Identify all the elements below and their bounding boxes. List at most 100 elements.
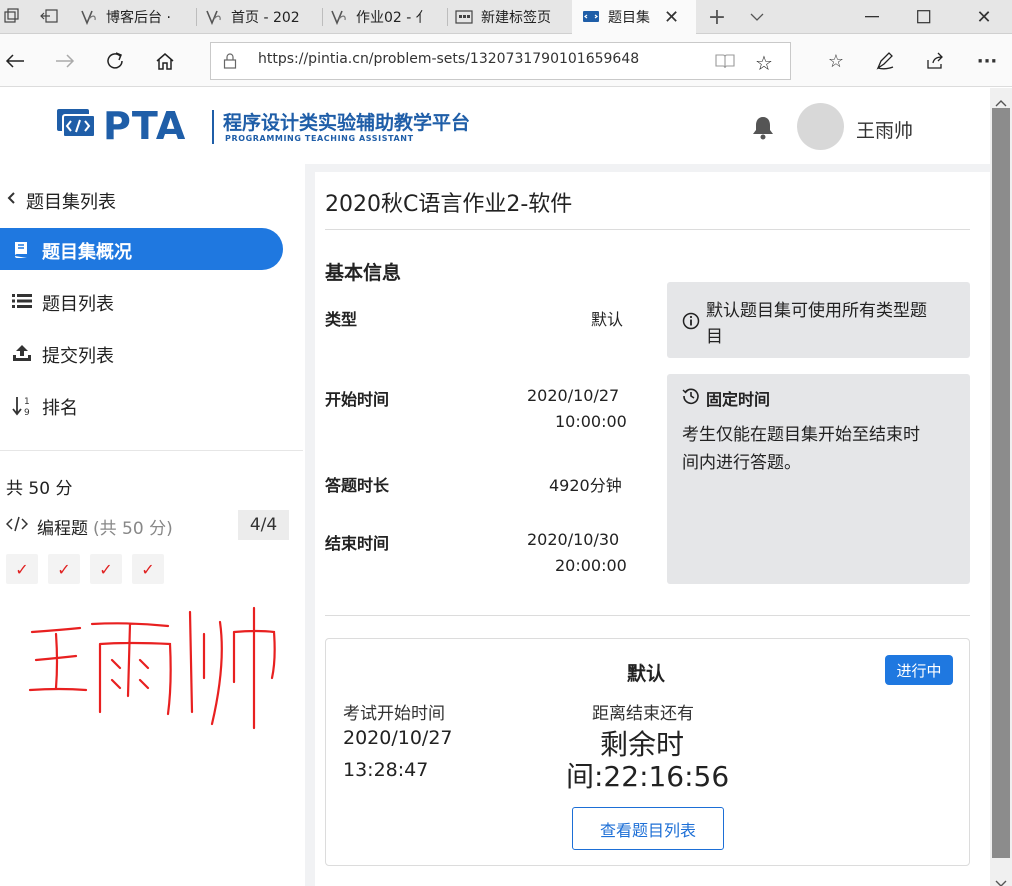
info-value-end-date: 2020/10/30 <box>527 530 620 549</box>
info-value-start-date: 2020/10/27 <box>527 386 620 405</box>
status-badge: 进行中 <box>885 655 953 685</box>
favorites-list-icon[interactable]: ☆ <box>823 48 849 74</box>
sidebar-item-overview[interactable]: 题目集概况 <box>0 228 283 270</box>
info-circle-icon <box>682 312 700 334</box>
type-info-line1: 默认题目集可使用所有类型题 <box>706 301 927 321</box>
category-programming[interactable]: 编程题 (共 50 分) 4/4 <box>0 508 292 542</box>
back-arrow-icon[interactable] <box>2 48 28 74</box>
sidebar-item-submissions[interactable]: 提交列表 <box>0 334 283 374</box>
type-info-line2: 目 <box>706 327 723 347</box>
page-scrollbar[interactable] <box>990 88 1012 886</box>
view-problem-list-button[interactable]: 查看题目列表 <box>572 807 724 850</box>
back-label: 题目集列表 <box>26 192 116 213</box>
remaining-line2: 间:22:16:56 <box>566 760 730 793</box>
tab-new-tab[interactable]: 新建标签页 <box>455 0 565 34</box>
exam-status-card: 默认 进行中 考试开始时间 2020/10/27 13:28:47 距离结束还有… <box>325 638 970 866</box>
code-icon <box>5 516 29 536</box>
address-toolbar: https://pintia.cn/problem-sets/132073179… <box>0 34 1012 87</box>
category-score: (共 50 分) <box>93 519 173 539</box>
list-icon <box>12 293 32 313</box>
section-title: 基本信息 <box>325 262 402 284</box>
tab-homework[interactable]: 作业02 - 亻 <box>330 0 440 34</box>
type-info-box: 默认题目集可使用所有类型题 目 <box>667 282 970 358</box>
lock-icon[interactable] <box>223 53 237 73</box>
total-score: 共 50 分 <box>6 479 73 499</box>
url-input[interactable]: https://pintia.cn/problem-sets/132073179… <box>210 42 791 80</box>
refresh-icon[interactable] <box>102 48 128 74</box>
tab-home[interactable]: 首页 - 202 <box>205 0 315 34</box>
more-menu-icon[interactable]: ··· <box>974 48 1000 74</box>
logo-text: PTA <box>103 104 187 148</box>
page-viewport: PTA 程序设计类实验辅助教学平台 PROGRAMMING TEACHING A… <box>0 88 990 886</box>
window-close-icon[interactable]: ✕ <box>972 5 996 29</box>
notification-bell-icon[interactable] <box>750 114 776 144</box>
sidebar-item-ranking[interactable]: 19 排名 <box>0 386 283 426</box>
category-label: 编程题 <box>37 519 88 539</box>
info-value-start-time: 10:00:00 <box>555 412 627 431</box>
sidebar-divider <box>0 450 303 451</box>
tab-label: 题目集 <box>608 10 650 26</box>
chevron-left-icon <box>6 190 16 209</box>
minimize-icon[interactable] <box>860 5 884 29</box>
tab-list-chevron-icon[interactable] <box>745 5 769 29</box>
title-divider <box>325 229 970 230</box>
upload-icon <box>12 344 32 366</box>
fixed-time-line2: 间内进行答题。 <box>682 453 801 473</box>
sort-numeric-icon: 19 <box>12 395 34 421</box>
scroll-down-arrow-icon[interactable] <box>995 873 1007 886</box>
username[interactable]: 王雨帅 <box>856 116 913 143</box>
scroll-thumb[interactable] <box>992 108 1010 858</box>
problem-check-3[interactable]: ✓ <box>90 554 122 584</box>
tab-back-icon[interactable] <box>38 6 60 26</box>
problem-check-2[interactable]: ✓ <box>48 554 80 584</box>
category-count-badge: 4/4 <box>238 510 289 540</box>
problem-check-1[interactable]: ✓ <box>6 554 38 584</box>
info-label-type: 类型 <box>325 310 358 329</box>
info-label-duration: 答题时长 <box>325 476 390 495</box>
info-value-type: 默认 <box>591 310 624 329</box>
close-tab-icon[interactable]: ✕ <box>664 7 679 28</box>
forward-arrow-icon[interactable] <box>52 48 78 74</box>
favorite-star-icon[interactable]: ☆ <box>755 51 773 75</box>
pta-logo[interactable]: PTA 程序设计类实验辅助教学平台 PROGRAMMING TEACHING A… <box>55 104 495 148</box>
new-tab-plus-icon[interactable]: + <box>705 5 729 30</box>
tab-blog-admin[interactable]: 博客后台 · <box>80 0 190 34</box>
pta-favicon-icon <box>582 8 600 26</box>
exam-start-time: 13:28:47 <box>343 759 429 781</box>
svg-text:9: 9 <box>24 408 30 417</box>
exam-start-date: 2020/10/27 <box>343 727 453 749</box>
site-favicon-icon <box>80 8 98 26</box>
pen-notes-icon[interactable] <box>872 48 898 74</box>
tab-problem-set[interactable]: 题目集 ✕ <box>572 0 696 34</box>
fixed-time-line1: 考生仅能在题目集开始至结束时 <box>682 425 920 445</box>
sidebar-item-label: 题目集概况 <box>42 242 132 263</box>
sidebar-item-label: 题目列表 <box>42 294 114 315</box>
fixed-time-info-box: 固定时间 考生仅能在题目集开始至结束时 间内进行答题。 <box>667 374 970 584</box>
site-favicon-icon <box>330 8 348 26</box>
clock-history-icon <box>682 387 700 409</box>
info-label-end: 结束时间 <box>325 534 390 553</box>
problem-check-4[interactable]: ✓ <box>132 554 164 584</box>
exam-start-label: 考试开始时间 <box>343 704 445 724</box>
reading-view-icon[interactable] <box>715 53 735 73</box>
avatar[interactable] <box>797 103 844 150</box>
book-icon <box>12 240 30 262</box>
share-icon[interactable] <box>922 48 948 74</box>
platform-subtitle: PROGRAMMING TEACHING ASSISTANT <box>225 134 414 143</box>
url-text: https://pintia.cn/problem-sets/132073179… <box>258 51 640 67</box>
fixed-time-title: 固定时间 <box>706 390 771 409</box>
platform-name: 程序设计类实验辅助教学平台 <box>223 112 471 134</box>
sidebar: 题目集列表 题目集概况 题目列表 提交列表 19 排名 共 50 分 编程题 (… <box>0 164 303 886</box>
sidebar-item-problem-list[interactable]: 题目列表 <box>0 282 283 322</box>
tab-overview-icon[interactable] <box>2 6 22 26</box>
problem-set-card: 2020秋C语言作业2-软件 基本信息 类型 默认 开始时间 2020/10/2… <box>315 172 990 886</box>
svg-text:1: 1 <box>24 397 30 407</box>
pta-logo-icon <box>57 109 96 138</box>
info-value-duration: 4920分钟 <box>549 476 622 495</box>
logo-divider <box>212 110 214 144</box>
tab-label: 作业02 - 亻 <box>356 10 430 26</box>
maximize-icon[interactable] <box>912 5 936 29</box>
back-to-problem-sets[interactable]: 题目集列表 <box>0 186 280 216</box>
home-icon[interactable] <box>152 48 178 74</box>
browser-tab-bar: 博客后台 · 首页 - 202 作业02 - 亻 新建标签页 题目集 ✕ + ✕ <box>0 0 1012 34</box>
